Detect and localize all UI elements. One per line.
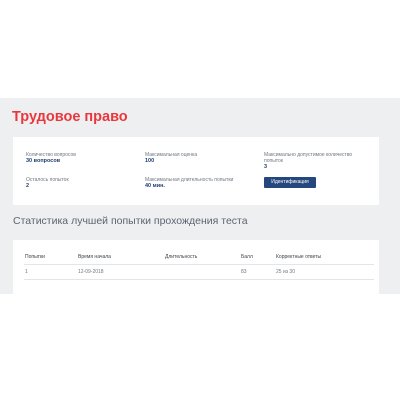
attempts-left-value: 2	[26, 183, 30, 189]
table-header-row: Попытки Время начала Длительность Балл К…	[24, 250, 374, 265]
max-duration-item: Максимальная длительность попытки 40 мин…	[145, 177, 255, 190]
column-header-score: Балл	[241, 254, 253, 260]
questions-count-value: 30 вопросов	[26, 158, 61, 164]
column-header-duration: Длительность	[165, 254, 198, 260]
stats-table: Попытки Время начала Длительность Балл К…	[24, 250, 374, 280]
cell-start-time: 12-09-2018	[78, 269, 104, 275]
stats-section-title: Статистика лучшей попытки прохождения те…	[13, 215, 248, 227]
column-header-correct-answers: Корректные ответы	[276, 254, 322, 260]
questions-count-item: Количество вопросов 30 вопросов	[26, 152, 136, 165]
max-attempts-label: Максимально допустимое количество попыто…	[264, 152, 353, 164]
cell-attempt: 1	[25, 269, 28, 275]
stats-card: Попытки Время начала Длительность Балл К…	[13, 240, 379, 294]
max-score-value: 100	[145, 158, 155, 164]
max-score-item: Максимальная оценка 100	[145, 152, 255, 165]
column-header-start-time: Время начала	[78, 254, 111, 260]
test-info-card: Количество вопросов 30 вопросов Максимал…	[13, 137, 379, 205]
table-row: 1 12-09-2018 83 25 из 30	[24, 265, 374, 280]
cell-score: 83	[241, 269, 247, 275]
identification-button[interactable]: Идентификация	[264, 177, 316, 188]
max-attempts-value: 3	[264, 164, 268, 170]
attempts-left-item: Осталось попыток 2	[26, 177, 136, 190]
max-attempts-item: Максимально допустимое количество попыто…	[264, 152, 364, 171]
column-header-attempt: Попытки	[25, 254, 45, 260]
max-duration-value: 40 мин.	[145, 183, 165, 189]
page-title: Трудовое право	[12, 109, 128, 125]
page: Трудовое право Количество вопросов 30 во…	[0, 0, 400, 400]
cell-correct-answers: 25 из 30	[276, 269, 295, 275]
